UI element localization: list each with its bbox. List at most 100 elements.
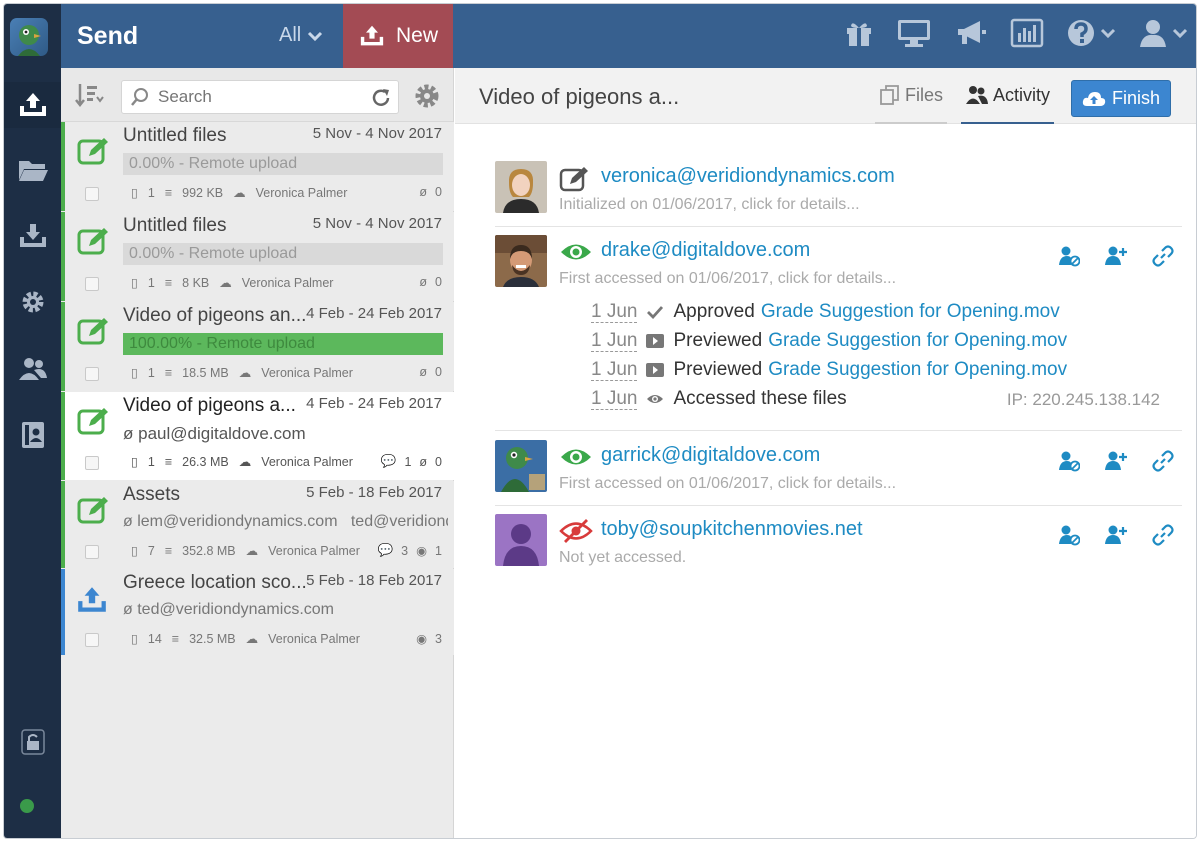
recipient-email[interactable]: drake@digitaldove.com (601, 239, 810, 262)
file-count: 7 (147, 543, 155, 558)
event-date: 1 Jun (591, 300, 638, 323)
filter-dropdown[interactable]: All (279, 24, 323, 47)
activity-event: 1 Jun Previewed Grade Suggestion for Ope… (591, 330, 1067, 352)
remove-user-icon[interactable] (1058, 245, 1081, 272)
folder-icon[interactable] (4, 147, 61, 193)
list-item[interactable]: Untitled files 5 Nov - 4 Nov 2017 0.00% … (61, 122, 454, 211)
add-user-icon[interactable] (1104, 245, 1128, 272)
help-menu[interactable] (1066, 18, 1116, 48)
link-icon[interactable] (1152, 245, 1174, 272)
remove-user-icon[interactable] (1058, 450, 1081, 477)
link-icon[interactable] (1152, 450, 1174, 477)
avatar (495, 235, 547, 287)
comment-count: 1 (404, 454, 412, 469)
item-checkbox[interactable] (85, 456, 99, 470)
app-logo[interactable] (10, 18, 48, 56)
item-title: Video of pigeons a... (123, 395, 296, 416)
gift-icon[interactable] (844, 18, 874, 48)
event-action: Previewed (673, 359, 763, 380)
activity-summary[interactable]: First accessed on 01/06/2017, click for … (559, 270, 896, 288)
new-button-label: New (395, 24, 438, 47)
search-box (121, 80, 399, 114)
activity-summary[interactable]: First accessed on 01/06/2017, click for … (559, 475, 896, 493)
list-item[interactable]: Assets 5 Feb - 18 Feb 2017 ø lem@veridio… (61, 481, 454, 568)
eye-slash-icon: ø (123, 601, 138, 618)
link-icon[interactable] (1152, 524, 1174, 551)
database-icon: ≡ (164, 185, 173, 200)
item-checkbox[interactable] (85, 277, 99, 291)
edit-draft-icon (77, 226, 111, 261)
item-dates: 5 Nov - 4 Nov 2017 (312, 125, 442, 142)
add-user-icon[interactable] (1104, 450, 1128, 477)
add-user-icon[interactable] (1104, 524, 1128, 551)
activity-summary[interactable]: Initialized on 01/06/2017, click for det… (559, 196, 860, 214)
contacts-icon[interactable] (4, 346, 61, 392)
event-file-link[interactable]: Grade Suggestion for Opening.mov (761, 301, 1060, 323)
activity-entry[interactable]: veronica@veridiondynamics.com Initialize… (495, 161, 1182, 227)
database-icon: ≡ (171, 631, 180, 646)
item-checkbox[interactable] (85, 633, 99, 647)
online-status-dot (20, 799, 34, 813)
item-dates: 5 Feb - 18 Feb 2017 (306, 484, 442, 501)
top-bar: Send All New (61, 4, 1196, 68)
recipient-email[interactable]: garrick@digitaldove.com (601, 444, 820, 467)
activity-entry[interactable]: garrick@digitaldove.com First accessed o… (495, 440, 1182, 506)
monitor-icon[interactable] (896, 18, 932, 48)
tab-files[interactable]: Files (875, 68, 948, 124)
send-nav-icon[interactable] (4, 82, 61, 128)
cloud-icon: ☁ (233, 186, 246, 200)
item-checkbox[interactable] (85, 367, 99, 381)
list-settings-gear-icon[interactable] (413, 82, 441, 115)
activity-entry[interactable]: toby@soupkitchenmovies.net Not yet acces… (495, 514, 1182, 580)
comments-icon: 💬 (380, 454, 397, 468)
edit-draft-icon (77, 406, 111, 441)
search-input[interactable] (158, 87, 368, 107)
address-book-icon[interactable] (4, 412, 61, 458)
event-file-link[interactable]: Grade Suggestion for Opening.mov (768, 330, 1067, 352)
settings-gear-icon[interactable] (4, 279, 61, 325)
file-size: 352.8 MB (182, 543, 236, 558)
item-checkbox[interactable] (85, 545, 99, 559)
refresh-icon[interactable] (370, 87, 392, 114)
lock-icon[interactable] (4, 719, 61, 765)
eye-slash-icon: ø (419, 454, 428, 469)
avatar (495, 161, 547, 213)
file-count: 14 (147, 631, 162, 646)
item-dates: 5 Feb - 18 Feb 2017 (306, 572, 442, 589)
sort-icon[interactable] (75, 82, 105, 113)
database-icon: ≡ (164, 275, 173, 290)
detail-header: Video of pigeons a... Files Activity Fin… (455, 68, 1196, 124)
recipient-email[interactable]: toby@soupkitchenmovies.net (601, 518, 863, 541)
finish-button[interactable]: Finish (1071, 80, 1171, 117)
user-icon (1140, 20, 1166, 47)
event-file-link[interactable]: Grade Suggestion for Opening.mov (768, 359, 1067, 381)
owner-name: Veronica Palmer (255, 185, 348, 200)
list-item[interactable]: Video of pigeons an... 4 Feb - 24 Feb 20… (61, 302, 454, 391)
receive-icon[interactable] (4, 213, 61, 259)
edit-draft-icon (77, 136, 111, 171)
item-recipients: paul@digitaldove.com (138, 424, 306, 443)
database-icon: ≡ (164, 543, 173, 558)
cloud-icon: ☁ (238, 455, 252, 469)
video-play-icon (645, 363, 665, 377)
file-icon: ▯ (131, 455, 138, 469)
cloud-icon: ☁ (238, 366, 252, 380)
tab-activity[interactable]: Activity (961, 68, 1055, 124)
list-item[interactable]: Untitled files 5 Nov - 4 Nov 2017 0.00% … (61, 212, 454, 301)
recipient-email[interactable]: veronica@veridiondynamics.com (601, 165, 895, 188)
list-item[interactable]: Greece location sco... 5 Feb - 18 Feb 20… (61, 569, 454, 655)
megaphone-icon[interactable] (954, 18, 988, 48)
tab-files-label: Files (905, 84, 944, 105)
item-title: Untitled files (123, 125, 227, 146)
remove-user-icon[interactable] (1058, 524, 1081, 551)
list-item-selected[interactable]: Video of pigeons a... 4 Feb - 24 Feb 201… (61, 392, 454, 480)
new-button[interactable]: New (343, 4, 453, 68)
app-window: Send All New Untitled files 5 Nov - 4 N (3, 3, 1197, 839)
activity-entry[interactable]: drake@digitaldove.com First accessed on … (495, 235, 1182, 431)
item-checkbox[interactable] (85, 187, 99, 201)
chevron-down-icon (1100, 28, 1116, 39)
eye-icon (645, 393, 665, 405)
reports-chart-icon[interactable] (1010, 18, 1044, 48)
user-menu[interactable] (1138, 18, 1188, 48)
cloud-icon: ☁ (219, 276, 232, 290)
